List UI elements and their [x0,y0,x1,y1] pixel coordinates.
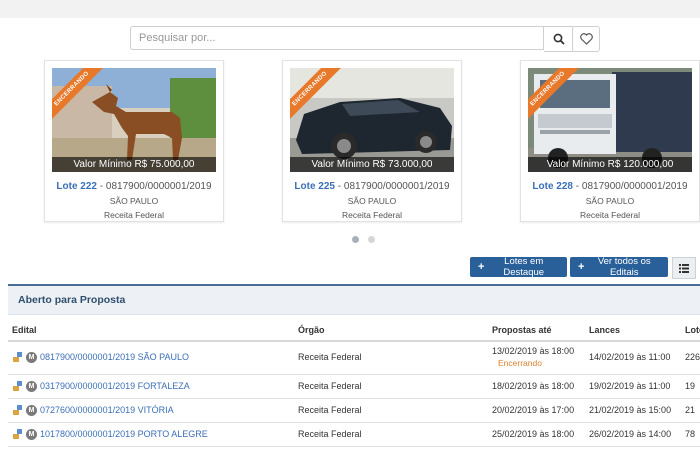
open-for-proposal-panel: Aberto para Proposta Edital Órgão Propos… [8,284,700,468]
minimum-price: Valor Mínimo R$ 120.000,00 [528,157,692,172]
lotes-cell: 78 [685,429,696,439]
lances-cell: 26/02/2019 às 14:00 [589,429,672,439]
orgao-cell: Receita Federal [298,352,362,362]
lot-photo[interactable]: ENCERRANDO Valor Mínimo R$ 73.000,00 [290,68,454,172]
modality-badge: M [26,428,37,440]
row-icons: M [12,404,37,416]
plus-icon: + [478,261,485,273]
carousel-dot[interactable] [368,236,375,243]
lot-organization: Receita Federal [579,210,640,220]
orgao-cell: Receita Federal [298,429,362,439]
lot-city: SÃO PAULO [109,196,159,206]
orgao-cell: Receita Federal [298,405,362,415]
lotes-cell: 19 [685,381,696,391]
featured-lots-label: Lotes em Destaque [503,256,545,278]
row-icons: M [12,380,37,392]
edital-cell: M 0317900/0000001/2019 FORTALEZA [12,374,190,398]
lances-cell: 14/02/2019 às 11:00 [589,352,671,362]
auction-gavel-icon [13,405,22,415]
lot-photo[interactable]: ENCERRANDO Valor Mínimo R$ 75.000,00 [52,68,216,172]
edital-cell: M 0817900/0000001/2019 SÃO PAULO [12,340,189,374]
favorites-button[interactable] [572,26,600,52]
modality-badge: M [26,351,37,363]
column-header-propostas[interactable]: Propostas até [492,320,552,340]
table-header: Edital Órgão Propostas até Lances Lote [8,320,700,342]
heart-icon [579,33,593,45]
lot-card[interactable]: ENCERRANDO Valor Mínimo R$ 120.000,00 Lo… [520,60,700,222]
row-icons: M [12,351,37,363]
carousel-dot[interactable] [352,236,359,243]
propostas-cell: 25/02/2019 às 18:00 [492,429,575,439]
table-row[interactable]: M 0727600/0000001/2019 VITÓRIA Receita F… [8,398,700,423]
list-icon [679,263,689,273]
search-input[interactable] [130,26,544,50]
lot-organization: Receita Federal [103,210,164,220]
panel-title: Aberto para Proposta [8,286,700,315]
all-editais-button[interactable]: + Ver todos os Editais [570,256,668,278]
minimum-price: Valor Mínimo R$ 73.000,00 [290,157,454,172]
propostas-cell: 18/02/2019 às 18:00 [492,381,575,391]
lot-title: Lote 225 - 0817900/0000001/2019 [283,181,461,192]
modality-badge: M [26,404,37,416]
lotes-cell: 226 [685,352,700,362]
search-bar [130,26,575,52]
column-header-orgao[interactable]: Órgão [298,320,325,340]
auction-gavel-icon [13,429,22,439]
table-row[interactable]: M 0317900/0000001/2019 FORTALEZA Receita… [8,374,700,399]
edital-cell: M 1017800/0000001/2019 PORTO ALEGRE [12,422,208,446]
lot-city: SÃO PAULO [347,196,397,206]
all-editais-label: Ver todos os Editais [597,256,651,278]
carousel-pagination [352,236,375,243]
row-icons: M [12,428,37,440]
table-row[interactable]: M 0817900/0000001/2019 SÃO PAULO Receita… [8,340,700,375]
propostas-cell: 20/02/2019 às 17:00 [492,405,575,415]
lot-photo[interactable]: ENCERRANDO Valor Mínimo R$ 120.000,00 [528,68,692,172]
lot-card[interactable]: ENCERRANDO Valor Mínimo R$ 73.000,00 Lot… [282,60,462,222]
lot-number-link[interactable]: Lote 222 [56,181,97,192]
edital-link[interactable]: 0727600/0000001/2019 VITÓRIA [40,405,174,415]
minimum-price: Valor Mínimo R$ 75.000,00 [52,157,216,172]
lot-number-link[interactable]: Lote 225 [294,181,335,192]
table-row[interactable]: M 1017800/0000001/2019 PORTO ALEGRE Rece… [8,422,700,447]
closing-status: Encerrando [498,358,542,368]
column-header-lotes[interactable]: Lote [685,320,700,340]
plus-icon: + [578,261,585,273]
lot-card[interactable]: ENCERRANDO Valor Mínimo R$ 75.000,00 Lot… [44,60,224,222]
featured-lots-carousel: ENCERRANDO Valor Mínimo R$ 75.000,00 Lot… [0,56,700,256]
lances-cell: 19/02/2019 às 11:00 [589,381,671,391]
column-header-lances[interactable]: Lances [589,320,620,340]
auction-gavel-icon [13,381,22,391]
lot-city: SÃO PAULO [585,196,635,206]
auction-gavel-icon [13,352,22,362]
lot-edital: - 0817900/0000001/2019 [335,181,450,192]
lot-title: Lote 222 - 0817900/0000001/2019 [45,181,223,192]
modality-badge: M [26,380,37,392]
lot-number-link[interactable]: Lote 228 [532,181,573,192]
edital-link[interactable]: 0817900/0000001/2019 SÃO PAULO [40,352,189,362]
search-button[interactable] [544,26,575,52]
edital-link[interactable]: 1017800/0000001/2019 PORTO ALEGRE [40,429,208,439]
lotes-cell: 21 [685,405,696,415]
top-bar [0,0,700,18]
edital-cell: M 0727600/0000001/2019 VITÓRIA [12,398,174,422]
propostas-cell: 13/02/2019 às 18:00 Encerrando [492,340,574,374]
orgao-cell: Receita Federal [298,381,362,391]
search-icon [553,33,565,45]
featured-lots-button[interactable]: + Lotes em Destaque [470,256,567,278]
lances-cell: 21/02/2019 às 15:00 [589,405,672,415]
lot-organization: Receita Federal [341,210,402,220]
edital-link[interactable]: 0317900/0000001/2019 FORTALEZA [40,381,190,391]
propostas-date: 13/02/2019 às 18:00 [492,346,575,356]
lot-edital: - 0817900/0000001/2019 [573,181,688,192]
lot-title: Lote 228 - 0817900/0000001/2019 [521,181,699,192]
list-view-toggle[interactable] [672,257,696,279]
lot-edital: - 0817900/0000001/2019 [97,181,212,192]
column-header-edital[interactable]: Edital [12,320,37,340]
